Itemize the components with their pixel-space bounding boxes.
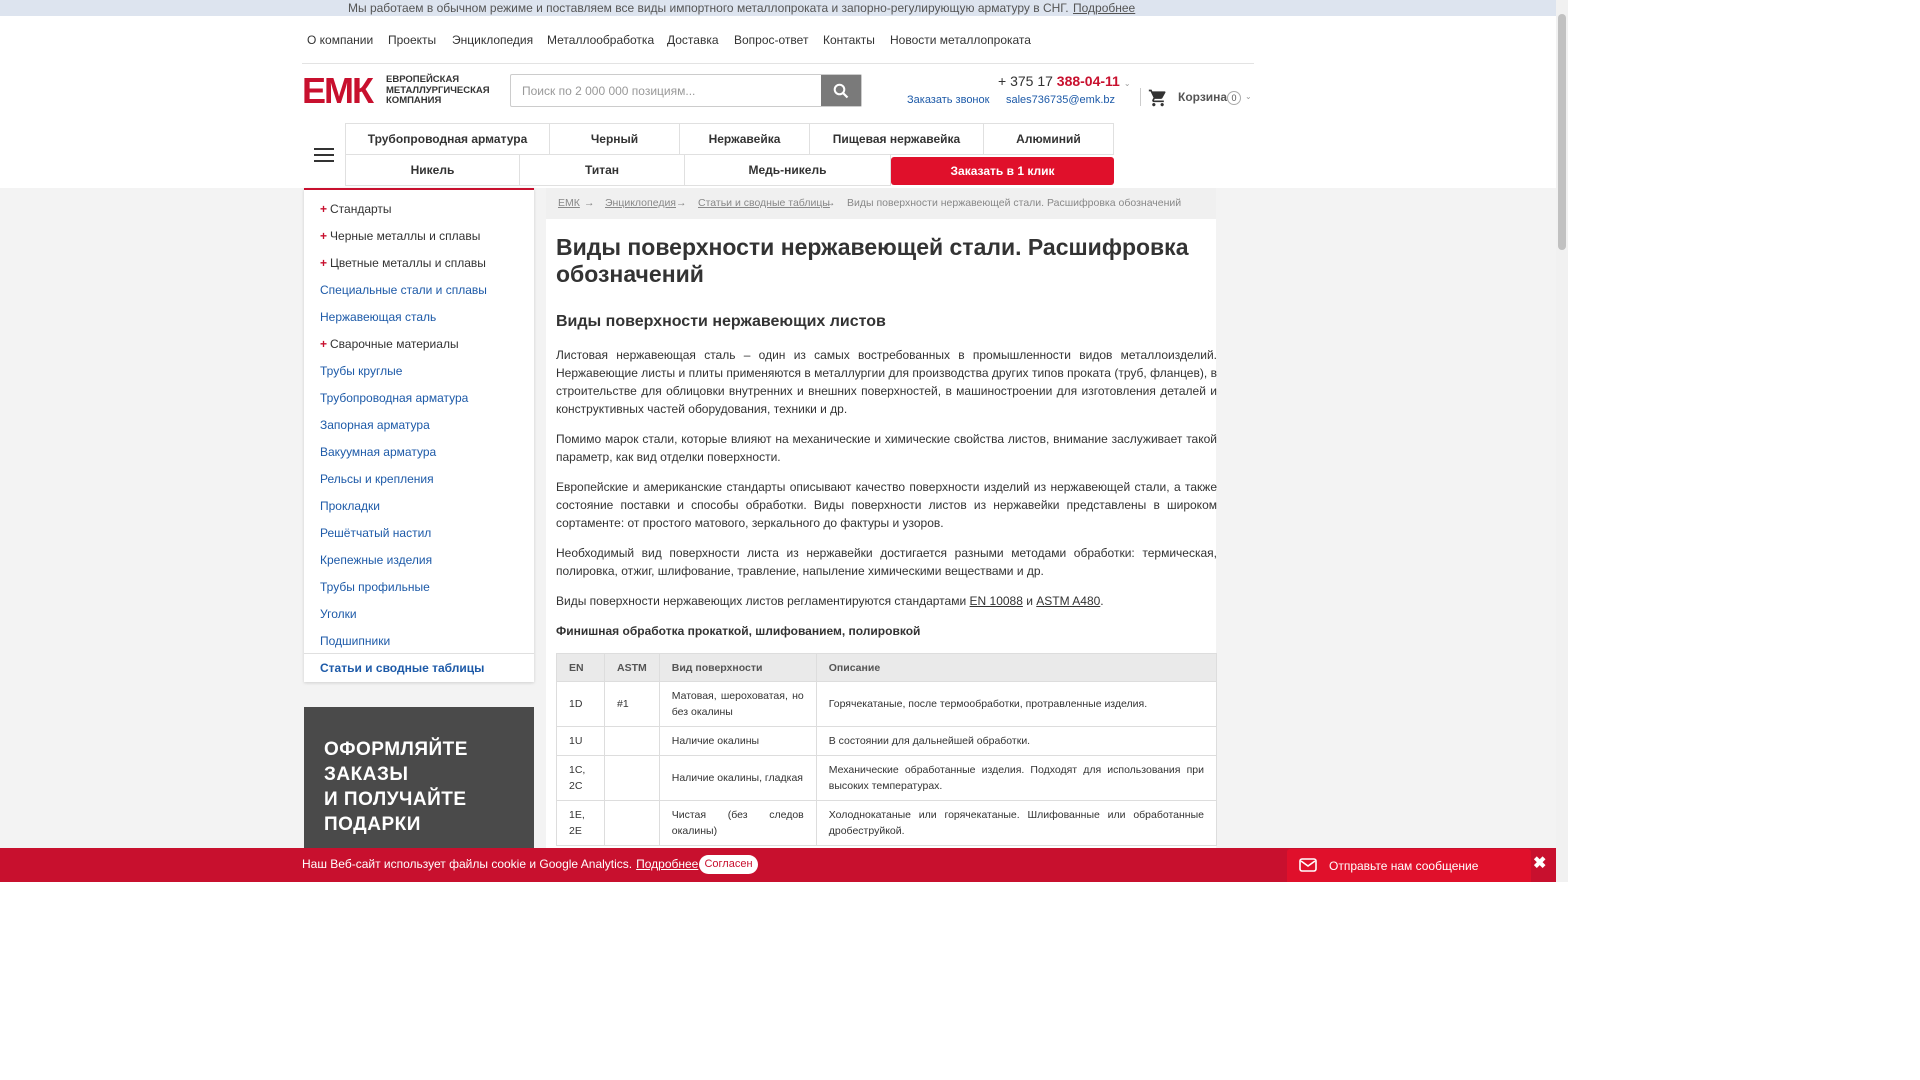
breadcrumb-encyclopedia[interactable]: Энциклопедия	[605, 197, 676, 209]
table-row: 1E, 2E Чистая (без следов окалины) Холод…	[556, 800, 1218, 846]
table-row: 1U Наличие окалины В состоянии для дальн…	[556, 726, 1218, 756]
sidebar-item-gaskets[interactable]: Прокладки	[320, 499, 380, 513]
breadcrumb-current: Виды поверхности нержавеющей стали. Расш…	[847, 197, 1182, 209]
nav-news[interactable]: Новости металлопроката	[890, 33, 1031, 47]
category-titanium[interactable]: Титан	[519, 154, 685, 186]
breadcrumb-arrow: →	[825, 197, 836, 209]
article-paragraph: Европейские и американские стандарты опи…	[556, 480, 1217, 530]
cookie-more-link[interactable]: Подробнее	[636, 857, 698, 871]
chat-label: Отправьте нам сообщение	[1329, 859, 1479, 873]
top-navigation: О компании Проекты Энциклопедия Металлоо…	[302, 16, 1254, 64]
article-paragraph: Необходимый вид поверхности листа из нер…	[556, 546, 1217, 578]
breadcrumb-arrow: →	[676, 197, 687, 209]
announcement-text: Мы работаем в обычном режиме и поставляе…	[348, 1, 1069, 15]
hamburger-icon	[313, 148, 334, 162]
breadcrumb-arrow: →	[584, 197, 595, 209]
page-scrollbar[interactable]	[1556, 0, 1568, 882]
category-black[interactable]: Черный	[549, 123, 680, 155]
article-paragraph: Виды поверхности нержавеющих листов регл…	[556, 594, 1104, 608]
nav-contacts[interactable]: Контакты	[823, 33, 875, 47]
sidebar-item-welding[interactable]: + Сварочные материалы	[320, 337, 459, 351]
column-header: EN	[556, 653, 605, 682]
surface-finish-table: EN ASTM Вид поверхности Описание 1D #1 М…	[556, 653, 1218, 846]
table-row: 1D #1 Матовая, шероховатая, но без окали…	[556, 681, 1218, 727]
cart-label: Корзина	[1178, 90, 1228, 104]
divider	[1140, 88, 1141, 106]
en10088-link[interactable]: EN 10088	[970, 594, 1023, 608]
section-heading: Финишная обработка прокаткой, шлифование…	[556, 624, 921, 638]
scrollbar-thumb[interactable]	[1558, 14, 1566, 250]
search-box	[510, 74, 862, 107]
email-link[interactable]: sales736735@emk.bz	[1006, 94, 1115, 106]
search-button[interactable]	[821, 75, 861, 106]
page-title: Виды поверхности нержавеющей стали. Расш…	[556, 234, 1189, 287]
sidebar-item-stainless[interactable]: Нержавеющая сталь	[320, 310, 436, 324]
category-copper-nickel[interactable]: Медь-никель	[684, 154, 891, 186]
cookie-agree-button[interactable]: Согласен	[699, 855, 758, 874]
article-subtitle: Виды поверхности нержавеющих листов	[556, 313, 886, 330]
table-row: 1С, 2С Наличие окалины, гладкая Механиче…	[556, 755, 1218, 801]
breadcrumb: ЕМК → Энциклопедия → Статьи и сводные та…	[546, 188, 1216, 219]
category-pipeline-fittings[interactable]: Трубопроводная арматура	[345, 123, 550, 155]
chat-widget[interactable]: Отправьте нам сообщение	[1287, 849, 1531, 882]
sidebar-item-articles[interactable]: Статьи и сводные таблицы	[320, 661, 484, 675]
nav-about[interactable]: О компании	[307, 33, 373, 47]
sidebar-item-standards[interactable]: + Стандарты	[320, 202, 392, 216]
sidebar-item-shutoff-valves[interactable]: Запорная арматура	[320, 418, 430, 432]
column-header: ASTM	[604, 653, 660, 682]
column-header: Вид поверхности	[658, 653, 817, 682]
table-header-row: EN ASTM Вид поверхности Описание	[556, 653, 1218, 682]
sidebar-item-rails[interactable]: Рельсы и крепления	[320, 472, 434, 486]
nav-faq[interactable]: Вопрос-ответ	[734, 33, 808, 47]
nav-delivery[interactable]: Доставка	[667, 33, 719, 47]
cookie-text: Наш Веб-сайт использует файлы cookie и G…	[302, 857, 699, 871]
chevron-down-icon[interactable]: ⌄	[1124, 79, 1131, 88]
sidebar-item-nonferrous[interactable]: + Цветные металлы и сплавы	[320, 256, 486, 270]
sidebar-item-bearings[interactable]: Подшипники	[320, 634, 390, 648]
breadcrumb-articles[interactable]: Статьи и сводные таблицы	[698, 197, 830, 209]
sidebar-item-special-steels[interactable]: Специальные стали и сплавы	[320, 283, 487, 297]
sidebar-item-angles[interactable]: Уголки	[320, 607, 357, 621]
nav-encyclopedia[interactable]: Энциклопедия	[452, 33, 533, 47]
category-stainless[interactable]: Нержавейка	[679, 123, 810, 155]
sidebar-item-profile-pipes[interactable]: Трубы профильные	[320, 580, 430, 594]
search-input[interactable]	[511, 75, 822, 106]
sidebar-item-ferrous[interactable]: + Черные металлы и сплавы	[320, 229, 480, 243]
phone-number[interactable]: + 375 17 388-04-11 ⌄	[998, 73, 1131, 89]
breadcrumb-home[interactable]: ЕМК	[558, 197, 580, 209]
announcement-bar: Мы работаем в обычном режиме и поставляе…	[0, 0, 1556, 16]
sidebar-item-pipeline-fittings[interactable]: Трубопроводная арматура	[320, 391, 468, 405]
callback-link[interactable]: Заказать звонок	[907, 94, 989, 106]
category-nickel[interactable]: Никель	[345, 154, 520, 186]
announcement-more-link[interactable]: Подробнее	[1073, 1, 1135, 15]
nav-projects[interactable]: Проекты	[388, 33, 436, 47]
astm-a480-link[interactable]: ASTM A480	[1036, 594, 1100, 608]
logo-mark: ЕМК	[302, 70, 374, 111]
menu-toggle[interactable]	[302, 123, 345, 187]
column-header: Описание	[815, 653, 1218, 682]
search-icon	[833, 83, 849, 98]
sidebar-item-grating[interactable]: Решётчатый настил	[320, 526, 431, 540]
nav-metalworking[interactable]: Металлообработка	[547, 33, 654, 47]
article-paragraph: Помимо марок стали, которые влияют на ме…	[556, 432, 1217, 464]
article-paragraph: Листовая нержавеющая сталь – один из сам…	[556, 348, 1217, 416]
sidebar-menu: + Стандарты + Черные металлы и сплавы + Цве…	[304, 188, 534, 682]
cart-button[interactable]: Корзина 0 ⌄	[1148, 88, 1254, 108]
cart-icon	[1148, 89, 1166, 107]
category-aluminum[interactable]: Алюминий	[983, 123, 1114, 155]
category-food-stainless[interactable]: Пищевая нержавейка	[809, 123, 984, 155]
close-icon[interactable]: ✖	[1533, 853, 1546, 873]
mail-icon	[1299, 858, 1317, 872]
one-click-order-button[interactable]: Заказать в 1 клик	[891, 157, 1114, 185]
sidebar-item-round-pipes[interactable]: Трубы круглые	[320, 364, 402, 378]
chevron-down-icon: ⌄	[1245, 92, 1252, 101]
sidebar-item-vacuum-valves[interactable]: Вакуумная арматура	[320, 445, 436, 459]
logo-text: ЕВРОПЕЙСКАЯ МЕТАЛЛУРГИЧЕСКАЯ КОМПАНИЯ	[386, 74, 490, 106]
cart-count-badge: 0	[1227, 91, 1241, 105]
article-main: ЕМК → Энциклопедия → Статьи и сводные та…	[546, 188, 1218, 882]
company-logo[interactable]: ЕМК ЕВРОПЕЙСКАЯ МЕТАЛЛУРГИЧЕСКАЯ КОМПАНИ…	[302, 70, 496, 111]
sidebar-item-fasteners[interactable]: Крепежные изделия	[320, 553, 432, 567]
